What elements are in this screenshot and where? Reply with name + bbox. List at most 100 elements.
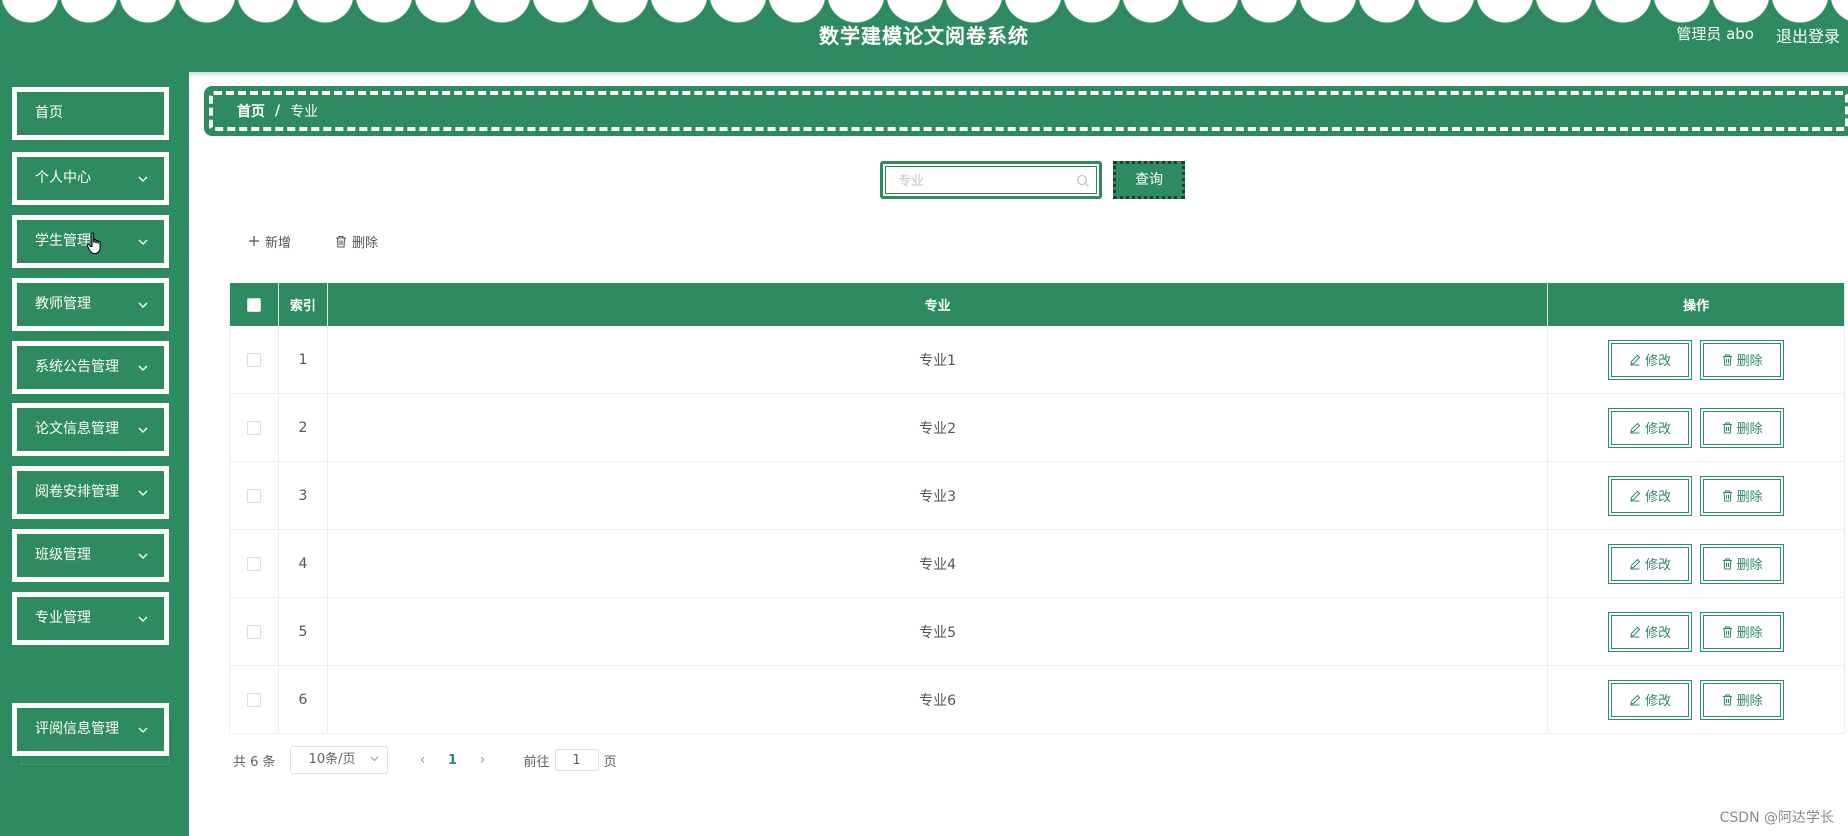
edit-icon <box>1630 558 1641 569</box>
select-all-checkbox[interactable] <box>246 297 261 312</box>
table-row: 1 专业1 修改 删除 <box>230 326 1844 394</box>
delete-button[interactable]: 删除 <box>1700 611 1785 652</box>
prev-page-button[interactable]: ‹ <box>408 752 438 768</box>
row-index: 4 <box>279 530 328 597</box>
search-box-inner <box>885 166 1097 194</box>
delete-button-label: 删除 <box>1736 558 1763 573</box>
row-checkbox[interactable] <box>246 488 261 503</box>
delete-button[interactable]: 删除 <box>1700 543 1785 584</box>
row-checkbox[interactable] <box>246 692 261 707</box>
sidebar-item-label: 系统公告管理 <box>35 359 119 375</box>
edit-button[interactable]: 修改 <box>1608 475 1693 516</box>
row-index: 6 <box>279 666 328 733</box>
sidebar-item-label: 学生管理 <box>35 233 91 249</box>
delete-button-label: 删除 <box>1736 354 1763 369</box>
pagination: 共 6 条 10条/页 ‹ 1 › 前往 页 <box>233 746 617 774</box>
row-index: 1 <box>279 326 328 393</box>
trash-icon <box>1722 422 1732 433</box>
delete-button[interactable]: 删除 <box>1700 475 1785 516</box>
breadcrumb-home[interactable]: 首页 <box>237 101 265 121</box>
chevron-down-icon <box>136 597 150 640</box>
sidebar-item-home[interactable]: 首页 <box>12 87 169 140</box>
delete-button[interactable]: 删除 <box>1700 407 1785 448</box>
row-checkbox[interactable] <box>246 352 261 367</box>
sidebar-item-announcement-management[interactable]: 系统公告管理 <box>12 341 169 394</box>
row-checkbox[interactable] <box>246 624 261 639</box>
edit-button-label: 修改 <box>1645 558 1672 573</box>
row-select-cell <box>230 326 279 393</box>
edit-button[interactable]: 修改 <box>1608 611 1693 652</box>
row-major: 专业4 <box>328 530 1549 597</box>
edit-icon <box>1630 490 1641 501</box>
search-icon <box>1076 174 1089 187</box>
add-button[interactable]: 新增 <box>248 230 291 252</box>
edit-button[interactable]: 修改 <box>1608 543 1693 584</box>
search-input[interactable] <box>898 168 1078 194</box>
edit-icon <box>1630 354 1641 365</box>
row-major: 专业6 <box>328 666 1549 733</box>
row-checkbox[interactable] <box>246 420 261 435</box>
row-actions: 修改 删除 <box>1548 326 1844 393</box>
chevron-down-icon <box>136 534 150 577</box>
edit-button-label: 修改 <box>1645 694 1672 709</box>
header-major: 专业 <box>328 283 1549 326</box>
row-select-cell <box>230 530 279 597</box>
page-unit-label: 页 <box>603 754 617 770</box>
row-checkbox[interactable] <box>246 556 261 571</box>
next-page-button[interactable]: › <box>468 752 498 768</box>
row-select-cell <box>230 598 279 665</box>
table-row: 5 专业5 修改 删除 <box>230 598 1844 666</box>
trash-icon <box>336 235 346 248</box>
major-table: 索引 专业 操作 1 专业1 修改 删除 2 专业2 修改 删除 3 专业3 修改 删除 4 专业4 修改删… <box>229 283 1845 734</box>
chevron-down-icon <box>136 408 150 451</box>
page-size-select[interactable]: 10条/页 <box>289 746 388 774</box>
edit-button-label: 修改 <box>1645 490 1672 505</box>
header-index: 索引 <box>279 283 328 326</box>
header-select-all-cell <box>230 283 279 326</box>
chevron-down-icon <box>136 157 150 200</box>
sidebar-item-paper-info-management[interactable]: 论文信息管理 <box>12 403 169 456</box>
trash-icon <box>1722 626 1732 637</box>
batch-delete-button[interactable]: 删除 <box>335 230 378 252</box>
breadcrumb-inner: 首页 / 专业 <box>209 91 1848 131</box>
edit-icon <box>1630 694 1641 705</box>
query-button[interactable]: 查询 <box>1113 161 1185 199</box>
chevron-down-icon <box>136 708 150 751</box>
edit-button[interactable]: 修改 <box>1608 679 1693 720</box>
row-major: 专业3 <box>328 462 1549 529</box>
sidebar-item-label: 专业管理 <box>35 610 91 626</box>
breadcrumb-separator: / <box>275 103 281 119</box>
sidebar-item-label: 教师管理 <box>35 296 91 312</box>
add-button-label: 新增 <box>265 235 292 251</box>
sidebar-item-review-info-management[interactable]: 评阅信息管理 <box>12 703 169 756</box>
trash-icon <box>1722 354 1732 365</box>
sidebar-item-grading-schedule-management[interactable]: 阅卷安排管理 <box>12 466 169 519</box>
edit-button[interactable]: 修改 <box>1608 339 1693 380</box>
sidebar: 首页 个人中心 学生管理 教师管理 系统公告管理 论文信息管理 阅卷安排管理 班… <box>0 72 189 836</box>
sidebar-item-personal-center[interactable]: 个人中心 <box>12 152 169 205</box>
delete-button-label: 删除 <box>1736 490 1763 505</box>
row-select-cell <box>230 666 279 733</box>
edit-button[interactable]: 修改 <box>1608 407 1693 448</box>
sidebar-item-class-management[interactable]: 班级管理 <box>12 529 169 582</box>
sidebar-item-major-management[interactable]: 专业管理 <box>12 592 169 645</box>
header-shadow <box>0 72 1848 78</box>
goto-page-input[interactable] <box>554 749 599 771</box>
sidebar-item-label: 个人中心 <box>35 170 91 186</box>
sidebar-item-teacher-management[interactable]: 教师管理 <box>12 278 169 331</box>
table-row: 6 专业6 修改 删除 <box>230 666 1844 734</box>
delete-button[interactable]: 删除 <box>1700 339 1785 380</box>
delete-button[interactable]: 删除 <box>1700 679 1785 720</box>
row-major: 专业2 <box>328 394 1549 461</box>
edit-button-label: 修改 <box>1645 626 1672 641</box>
page-number-1[interactable]: 1 <box>438 753 468 768</box>
top-header: 数学建模论文阅卷系统 管理员 abo 退出登录 <box>0 0 1848 72</box>
table-row: 4 专业4 修改 删除 <box>230 530 1844 598</box>
chevron-down-icon <box>136 346 150 389</box>
logout-link[interactable]: 退出登录 <box>1776 23 1840 47</box>
sidebar-item-label: 阅卷安排管理 <box>35 484 119 500</box>
breadcrumb-current: 专业 <box>290 104 319 120</box>
row-actions: 修改 删除 <box>1548 394 1844 461</box>
watermark: CSDN @阿达学长 <box>1719 810 1834 826</box>
search-box <box>880 161 1102 199</box>
